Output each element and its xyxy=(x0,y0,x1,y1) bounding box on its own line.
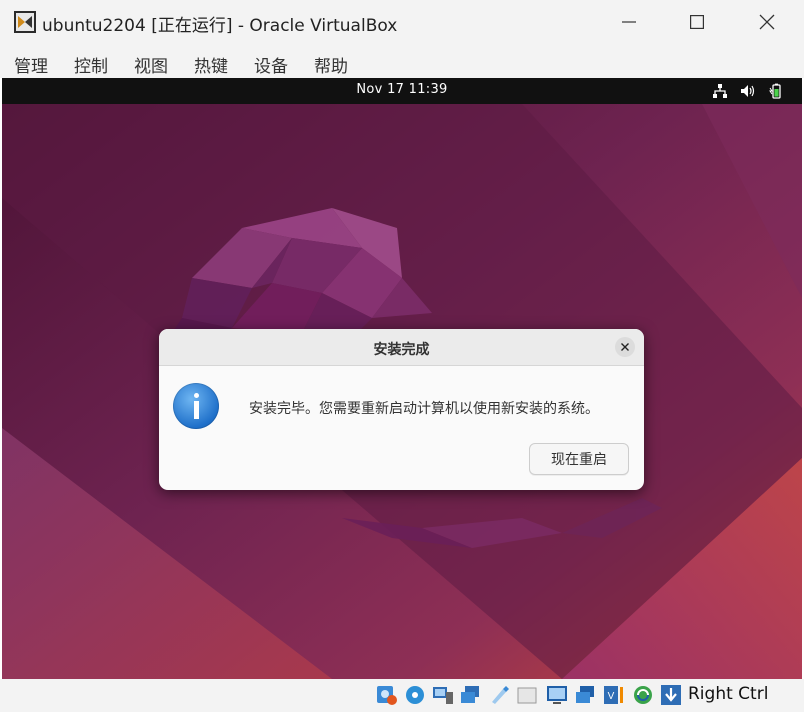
maximize-icon xyxy=(690,15,704,29)
minimize-icon xyxy=(622,21,636,23)
title-bar: ubuntu2204 [正在运行] - Oracle VirtualBox xyxy=(0,0,804,44)
optical-disk-icon[interactable] xyxy=(376,684,398,706)
screen-capture-icon[interactable] xyxy=(574,684,596,706)
window-title: ubuntu2204 [正在运行] - Oracle VirtualBox xyxy=(42,16,398,36)
audio-icon[interactable] xyxy=(404,684,426,706)
close-window-button[interactable] xyxy=(732,0,802,44)
volume-icon[interactable] xyxy=(740,83,756,99)
menu-view[interactable]: 视图 xyxy=(134,52,168,77)
menu-control[interactable]: 控制 xyxy=(74,52,108,77)
minimize-button[interactable] xyxy=(594,0,664,44)
network-icon[interactable] xyxy=(432,684,454,706)
svg-text:V: V xyxy=(608,691,615,702)
menu-manage[interactable]: 管理 xyxy=(14,52,48,77)
shared-folder-icon[interactable] xyxy=(488,684,510,706)
status-bar: V Right Ctrl xyxy=(0,679,804,712)
clock[interactable]: Nov 17 11:39 xyxy=(2,82,802,97)
virtualbox-app-icon xyxy=(14,11,36,33)
host-key-label[interactable]: Right Ctrl xyxy=(688,684,768,704)
dialog-close-button[interactable] xyxy=(615,337,635,357)
download-icon[interactable] xyxy=(660,684,682,706)
vm-display[interactable]: Nov 17 11:39 安装完成 安装完毕。您需要重新启动计算机以使用新安装的… xyxy=(2,78,802,679)
network-wired-icon[interactable] xyxy=(712,83,728,99)
menu-hotkeys[interactable]: 热键 xyxy=(194,52,228,77)
close-icon xyxy=(759,14,775,30)
battery-icon[interactable] xyxy=(768,83,784,99)
mouse-integration-icon[interactable] xyxy=(632,684,654,706)
folder-icon[interactable] xyxy=(516,684,538,706)
restart-now-button[interactable]: 现在重启 xyxy=(529,443,629,475)
maximize-button[interactable] xyxy=(662,0,732,44)
information-icon xyxy=(173,383,219,429)
dialog-title: 安装完成 xyxy=(373,342,430,358)
close-icon xyxy=(621,343,629,351)
usb-icon[interactable] xyxy=(460,684,482,706)
vm-state-icon[interactable]: V xyxy=(602,684,624,706)
gnome-top-bar: Nov 17 11:39 xyxy=(2,78,802,104)
menu-devices[interactable]: 设备 xyxy=(254,52,288,77)
menu-bar: 管理 控制 视图 热键 设备 帮助 xyxy=(0,44,804,78)
install-complete-dialog: 安装完成 安装完毕。您需要重新启动计算机以使用新安装的系统。 现在重启 xyxy=(159,329,644,490)
display-icon[interactable] xyxy=(546,684,568,706)
menu-help[interactable]: 帮助 xyxy=(314,52,348,77)
dialog-header: 安装完成 xyxy=(159,329,644,366)
dialog-message: 安装完毕。您需要重新启动计算机以使用新安装的系统。 xyxy=(249,401,599,417)
